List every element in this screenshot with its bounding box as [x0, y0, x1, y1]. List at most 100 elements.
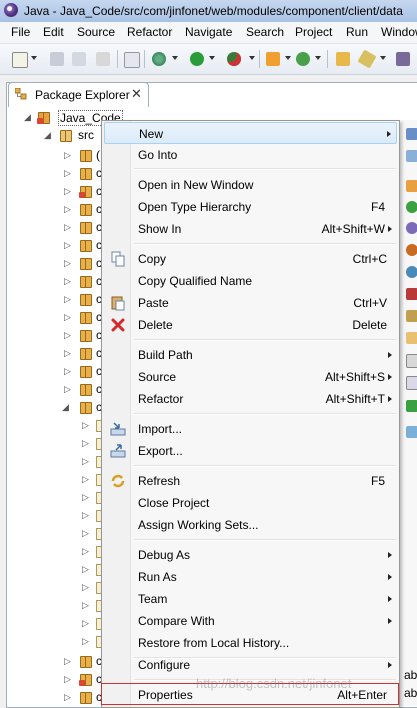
expand-toggle[interactable]: ▷	[64, 258, 71, 269]
menu-refactor[interactable]: Refactor	[127, 25, 172, 39]
menu-file[interactable]: File	[11, 25, 30, 39]
tree-item-package[interactable]: (	[96, 148, 100, 162]
menu-source[interactable]: Source	[77, 25, 115, 39]
collapse-toggle[interactable]: ◢	[24, 112, 31, 123]
example-icon[interactable]	[406, 426, 417, 438]
expand-toggle[interactable]: ▷	[64, 222, 71, 233]
dropdown-arrow-icon[interactable]	[209, 56, 215, 60]
expand-toggle[interactable]: ▷	[82, 492, 89, 503]
project-icon[interactable]	[406, 150, 417, 162]
menu-item-copy[interactable]: Copy Ctrl+C	[104, 248, 397, 270]
save-all-icon[interactable]	[72, 52, 86, 66]
expand-toggle[interactable]: ▷	[64, 366, 71, 377]
menu-item-assign-working-sets[interactable]: Assign Working Sets...	[104, 514, 397, 536]
menu-run[interactable]: Run	[346, 25, 368, 39]
expand-toggle[interactable]: ▷	[64, 204, 71, 215]
menu-item-compare-with[interactable]: Compare With	[104, 610, 397, 632]
junit-test-case-icon[interactable]	[406, 400, 417, 412]
dropdown-arrow-icon[interactable]	[249, 56, 255, 60]
menu-item-open-type-hierarchy[interactable]: Open Type Hierarchy F4	[104, 196, 397, 218]
tree-item-src[interactable]: src	[78, 128, 94, 142]
interface-icon[interactable]	[406, 222, 417, 234]
menu-item-open-in-new-window[interactable]: Open in New Window	[104, 174, 397, 196]
new-class-icon[interactable]	[296, 52, 310, 66]
new-java-project-icon[interactable]	[266, 52, 280, 66]
search-icon[interactable]	[357, 49, 377, 69]
source-folder-icon[interactable]	[406, 288, 417, 300]
dropdown-arrow-icon[interactable]	[31, 56, 37, 60]
expand-toggle[interactable]: ▷	[64, 674, 71, 685]
expand-toggle[interactable]: ▷	[64, 692, 71, 703]
java-project-icon[interactable]	[406, 128, 417, 140]
expand-toggle[interactable]: ▷	[64, 348, 71, 359]
menu-item-refresh[interactable]: Refresh F5	[104, 470, 397, 492]
menu-item-build-path[interactable]: Build Path	[104, 344, 397, 366]
expand-toggle[interactable]: ▷	[64, 240, 71, 251]
expand-toggle[interactable]: ▷	[82, 600, 89, 611]
expand-toggle[interactable]: ▷	[82, 618, 89, 629]
menu-item-delete[interactable]: Delete Delete	[104, 314, 397, 336]
menu-item-refactor[interactable]: Refactor Alt+Shift+T	[104, 388, 397, 410]
expand-toggle[interactable]: ▷	[82, 546, 89, 557]
expand-toggle[interactable]: ▷	[82, 420, 89, 431]
class-icon[interactable]	[406, 201, 417, 213]
folder-icon[interactable]	[406, 332, 417, 344]
menu-item-new[interactable]: New	[104, 122, 397, 144]
menu-item-source[interactable]: Source Alt+Shift+S	[104, 366, 397, 388]
expand-toggle[interactable]: ▷	[82, 582, 89, 593]
expand-toggle[interactable]: ▷	[64, 294, 71, 305]
expand-toggle[interactable]: ▷	[64, 150, 71, 161]
open-type-icon[interactable]	[336, 52, 350, 66]
run-icon[interactable]	[190, 52, 204, 66]
expand-toggle[interactable]: ▷	[64, 312, 71, 323]
expand-toggle[interactable]: ▷	[64, 384, 71, 395]
menu-item-debug-as[interactable]: Debug As	[104, 544, 397, 566]
menu-item-show-in[interactable]: Show In Alt+Shift+W	[104, 218, 397, 240]
menu-edit[interactable]: Edit	[43, 25, 64, 39]
expand-toggle[interactable]: ▷	[82, 474, 89, 485]
expand-toggle[interactable]: ▷	[82, 438, 89, 449]
print-icon[interactable]	[96, 52, 110, 66]
expand-toggle[interactable]: ▷	[82, 510, 89, 521]
menu-item-restore-from-local-history[interactable]: Restore from Local History...	[104, 632, 397, 654]
expand-toggle[interactable]: ▷	[64, 656, 71, 667]
java-working-set-icon[interactable]	[406, 310, 417, 322]
menu-item-paste[interactable]: Paste Ctrl+V	[104, 292, 397, 314]
expand-toggle[interactable]: ▷	[82, 564, 89, 575]
new-wizard-icon[interactable]	[12, 52, 28, 68]
menu-item-close-project[interactable]: Close Project	[104, 492, 397, 514]
menu-search[interactable]: Search	[246, 25, 284, 39]
expand-toggle[interactable]: ▷	[82, 528, 89, 539]
expand-toggle[interactable]: ▷	[64, 168, 71, 179]
collapse-toggle[interactable]: ◢	[62, 402, 69, 413]
expand-toggle[interactable]: ▷	[64, 276, 71, 287]
menu-project[interactable]: Project	[295, 25, 332, 39]
toggle-breadcrumb-icon[interactable]	[124, 52, 140, 68]
dropdown-arrow-icon[interactable]	[172, 56, 178, 60]
dropdown-arrow-icon[interactable]	[380, 56, 386, 60]
save-icon[interactable]	[50, 52, 64, 66]
menu-item-run-as[interactable]: Run As	[104, 566, 397, 588]
external-tools-icon[interactable]	[227, 52, 241, 66]
annotation-icon[interactable]	[396, 52, 410, 66]
menu-item-go-into[interactable]: Go Into	[104, 144, 397, 166]
enum-icon[interactable]	[406, 244, 417, 256]
expand-toggle[interactable]: ▷	[82, 636, 89, 647]
dropdown-arrow-icon[interactable]	[315, 56, 321, 60]
file-icon[interactable]	[406, 354, 417, 368]
menu-window[interactable]: Window	[381, 25, 417, 39]
annotation-icon[interactable]	[406, 266, 417, 278]
menu-item-import[interactable]: Import...	[104, 418, 397, 440]
package-icon[interactable]	[406, 180, 417, 192]
menu-item-copy-qualified-name[interactable]: Copy Qualified Name	[104, 270, 397, 292]
collapse-toggle[interactable]: ◢	[44, 130, 51, 141]
menu-item-export[interactable]: Export...	[104, 440, 397, 462]
menu-navigate[interactable]: Navigate	[185, 25, 232, 39]
expand-toggle[interactable]: ▷	[82, 456, 89, 467]
close-icon[interactable]: ✕	[131, 86, 142, 102]
dropdown-arrow-icon[interactable]	[285, 56, 291, 60]
expand-toggle[interactable]: ▷	[64, 330, 71, 341]
debug-icon[interactable]	[152, 52, 166, 66]
expand-toggle[interactable]: ▷	[64, 186, 71, 197]
menu-item-team[interactable]: Team	[104, 588, 397, 610]
